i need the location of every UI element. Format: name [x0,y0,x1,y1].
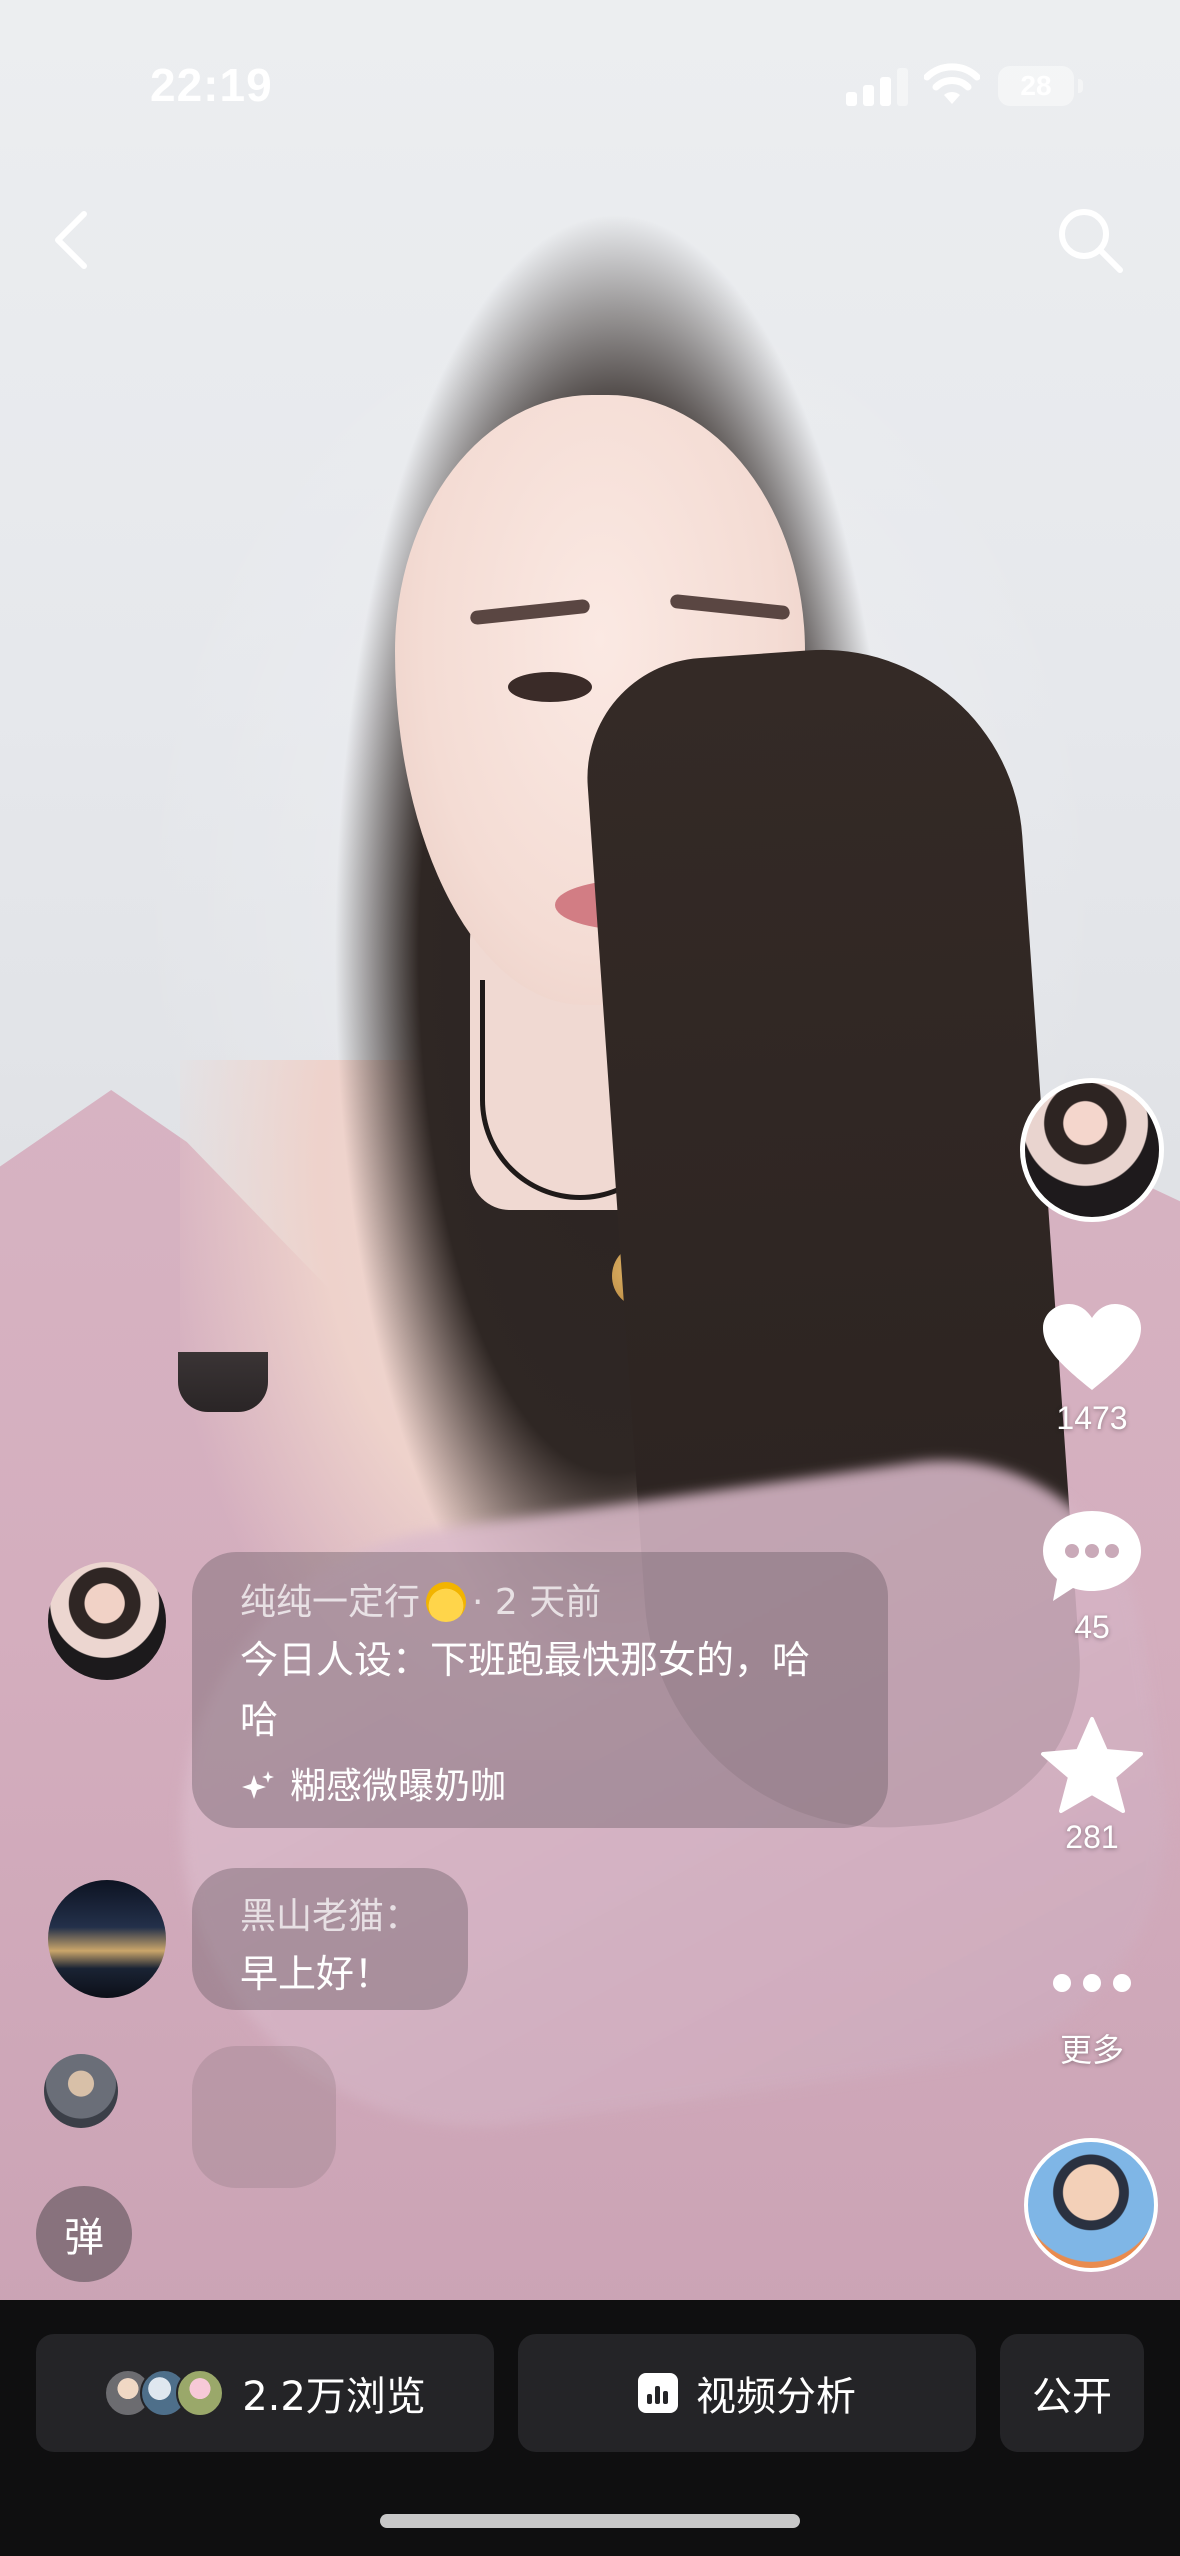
danmu-toggle-label: 弹 [64,2215,104,2261]
views-button[interactable]: 2.2万浏览 [36,2334,494,2452]
shirt-cup-print [178,1352,268,1412]
views-label: 2.2万浏览 [242,2374,426,2420]
battery-level: 28 [1020,70,1052,101]
more-button[interactable]: 更多 [1022,1955,1162,2071]
comment-tag[interactable]: 糊感微曝奶咖 [240,1758,840,1816]
comment-avatar[interactable] [44,2054,118,2128]
comment-button[interactable]: 45 [1022,1505,1162,1646]
visibility-button[interactable]: 公开 [1000,2334,1144,2452]
like-count: 1473 [1056,1400,1128,1436]
danmu-toggle-button[interactable]: 弹 [36,2186,132,2282]
wifi-icon [924,63,980,104]
chevron-left-icon[interactable] [40,200,100,280]
comment-text: 早上好！ [240,1952,393,1996]
comment-bubble-loading [192,2046,336,2188]
comment-bubble[interactable]: 纯纯一定行 · 2 天前 今日人设：下班跑最快那女的，哈哈 糊感微曝奶咖 [192,1552,888,1828]
comment-author: 黑山老猫： [240,1896,421,1937]
bar-chart-icon [638,2373,678,2413]
battery-tip [1078,79,1083,93]
battery-icon: 28 [998,66,1074,106]
video-analysis-button[interactable]: 视频分析 [518,2334,976,2452]
comment-bubble-icon [1043,1511,1141,1601]
comment-count: 45 [1074,1609,1110,1645]
viewer-avatar[interactable] [1024,2138,1158,2272]
video-subject-eye [508,672,592,702]
home-indicator[interactable] [380,2514,800,2528]
chick-icon [426,1582,467,1622]
video-player[interactable] [0,0,1180,2300]
visibility-label: 公开 [1032,2374,1112,2420]
comment-avatar[interactable] [48,1562,166,1680]
comment-text: 今日人设：下班跑最快那女的，哈哈 [240,1638,811,1742]
heart-icon [1043,1304,1141,1390]
bottom-bar: 2.2万浏览 视频分析 公开 [0,2300,1180,2556]
comment-time: · 2 天前 [472,1582,602,1623]
comment-bubble[interactable]: 黑山老猫： 早上好！ [192,1868,468,2010]
author-avatar[interactable] [1020,1078,1164,1222]
sparkle-icon [242,1771,274,1799]
more-label: 更多 [1059,2032,1124,2068]
comment-avatar[interactable] [48,1880,166,1998]
more-dots-icon [1022,1955,1162,2011]
like-button[interactable]: 1473 [1022,1300,1162,1437]
viewer-avatars [104,2369,225,2417]
star-icon [1041,1717,1143,1813]
favorite-count: 281 [1065,1819,1119,1855]
favorite-button[interactable]: 281 [1022,1715,1162,1856]
search-icon[interactable] [1050,200,1130,280]
status-bar: 22:19 28 [0,0,1180,170]
comment-tag-label: 糊感微曝奶咖 [290,1766,507,1807]
cellular-signal-icon [846,68,908,106]
video-analysis-label: 视频分析 [696,2374,856,2420]
status-time: 22:19 [150,59,273,111]
comment-author: 纯纯一定行 [240,1582,421,1623]
comment-meta: 纯纯一定行 · 2 天前 [240,1576,840,1630]
